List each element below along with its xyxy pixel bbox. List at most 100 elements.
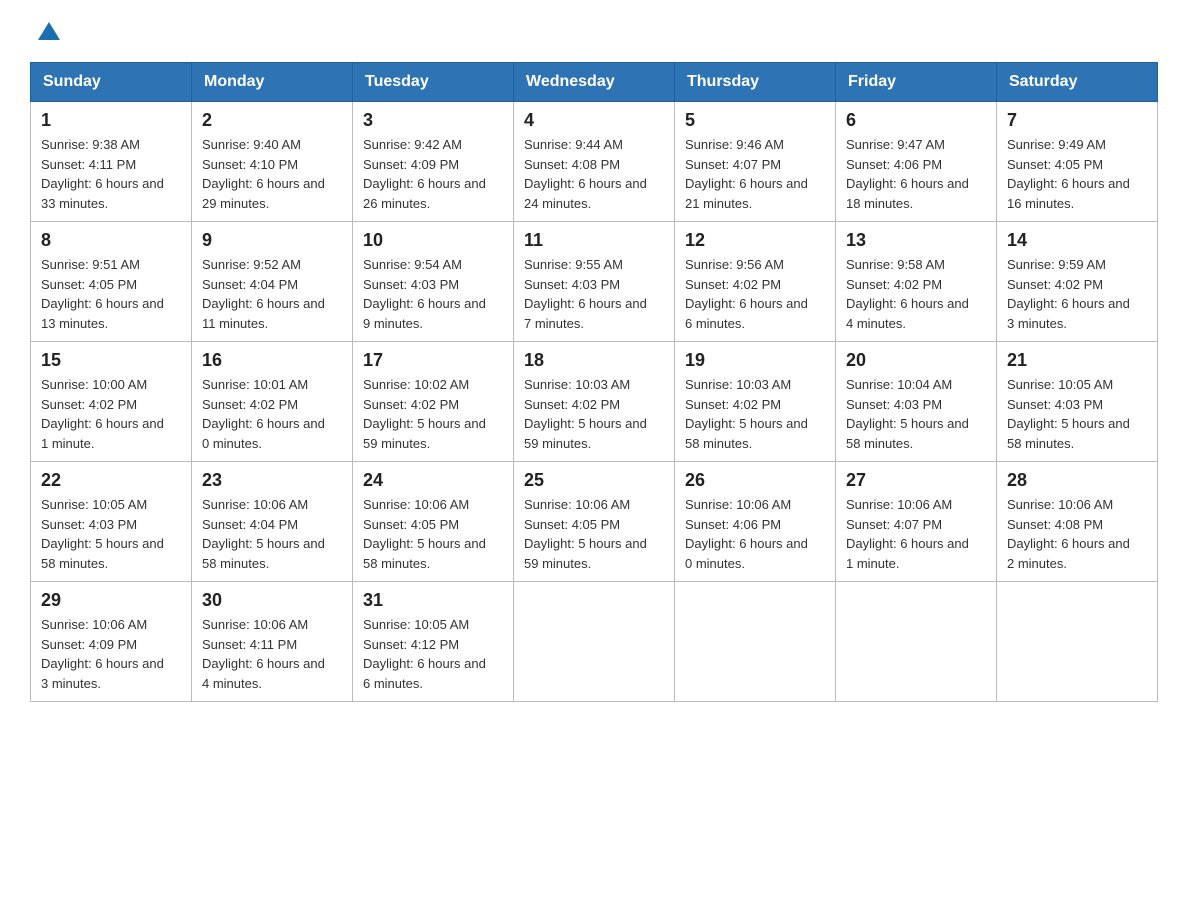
day-info: Sunrise: 9:40 AMSunset: 4:10 PMDaylight:… [202,135,342,213]
weekday-header-friday: Friday [836,63,997,102]
calendar-table: SundayMondayTuesdayWednesdayThursdayFrid… [30,62,1158,702]
calendar-cell: 26 Sunrise: 10:06 AMSunset: 4:06 PMDaylig… [675,462,836,582]
calendar-week-row: 29 Sunrise: 10:06 AMSunset: 4:09 PMDaylig… [31,582,1158,702]
calendar-cell: 8Sunrise: 9:51 AMSunset: 4:05 PMDaylight… [31,222,192,342]
logo-text [30,20,60,42]
day-info: Sunrise: 10:06 AMSunset: 4:11 PMDaylight… [202,615,342,693]
calendar-cell: 18 Sunrise: 10:03 AMSunset: 4:02 PMDaylig… [514,342,675,462]
weekday-header-row: SundayMondayTuesdayWednesdayThursdayFrid… [31,63,1158,102]
day-info: Sunrise: 10:06 AMSunset: 4:06 PMDaylight… [685,495,825,573]
day-info: Sunrise: 9:44 AMSunset: 4:08 PMDaylight:… [524,135,664,213]
day-number: 31 [363,590,503,611]
calendar-cell: 19 Sunrise: 10:03 AMSunset: 4:02 PMDaylig… [675,342,836,462]
day-number: 15 [41,350,181,371]
day-number: 29 [41,590,181,611]
day-info: Sunrise: 9:52 AMSunset: 4:04 PMDaylight:… [202,255,342,333]
logo-triangle-icon [38,20,60,42]
calendar-cell [675,582,836,702]
day-info: Sunrise: 9:54 AMSunset: 4:03 PMDaylight:… [363,255,503,333]
day-number: 24 [363,470,503,491]
calendar-cell: 13Sunrise: 9:58 AMSunset: 4:02 PMDayligh… [836,222,997,342]
day-number: 3 [363,110,503,131]
calendar-cell: 23 Sunrise: 10:06 AMSunset: 4:04 PMDaylig… [192,462,353,582]
weekday-header-tuesday: Tuesday [353,63,514,102]
day-info: Sunrise: 10:02 AMSunset: 4:02 PMDaylight… [363,375,503,453]
day-number: 6 [846,110,986,131]
calendar-cell: 14 Sunrise: 9:59 AMSunset: 4:02 PMDayligh… [997,222,1158,342]
calendar-week-row: 15 Sunrise: 10:00 AMSunset: 4:02 PMDaylig… [31,342,1158,462]
weekday-header-monday: Monday [192,63,353,102]
calendar-cell: 16 Sunrise: 10:01 AMSunset: 4:02 PMDaylig… [192,342,353,462]
weekday-header-saturday: Saturday [997,63,1158,102]
day-info: Sunrise: 10:03 AMSunset: 4:02 PMDaylight… [685,375,825,453]
calendar-cell [514,582,675,702]
calendar-cell: 25Sunrise: 10:06 AMSunset: 4:05 PMDaylig… [514,462,675,582]
logo [30,20,60,42]
day-info: Sunrise: 10:05 AMSunset: 4:03 PMDaylight… [41,495,181,573]
day-number: 18 [524,350,664,371]
calendar-cell: 22 Sunrise: 10:05 AMSunset: 4:03 PMDaylig… [31,462,192,582]
day-info: Sunrise: 10:06 AMSunset: 4:05 PMDaylight… [524,495,664,573]
day-number: 2 [202,110,342,131]
day-info: Sunrise: 9:51 AMSunset: 4:05 PMDaylight:… [41,255,181,333]
calendar-cell: 6 Sunrise: 9:47 AMSunset: 4:06 PMDaylight… [836,102,997,222]
day-info: Sunrise: 10:03 AMSunset: 4:02 PMDaylight… [524,375,664,453]
day-info: Sunrise: 10:05 AMSunset: 4:03 PMDaylight… [1007,375,1147,453]
page-header [30,20,1158,42]
calendar-cell: 9 Sunrise: 9:52 AMSunset: 4:04 PMDaylight… [192,222,353,342]
day-info: Sunrise: 10:05 AMSunset: 4:12 PMDaylight… [363,615,503,693]
day-number: 1 [41,110,181,131]
day-number: 28 [1007,470,1147,491]
calendar-cell: 11Sunrise: 9:55 AMSunset: 4:03 PMDayligh… [514,222,675,342]
day-number: 12 [685,230,825,251]
calendar-week-row: 8Sunrise: 9:51 AMSunset: 4:05 PMDaylight… [31,222,1158,342]
day-number: 4 [524,110,664,131]
day-info: Sunrise: 9:42 AMSunset: 4:09 PMDaylight:… [363,135,503,213]
logo-block [30,20,60,42]
day-info: Sunrise: 10:00 AMSunset: 4:02 PMDaylight… [41,375,181,453]
day-info: Sunrise: 10:01 AMSunset: 4:02 PMDaylight… [202,375,342,453]
day-info: Sunrise: 9:47 AMSunset: 4:06 PMDaylight:… [846,135,986,213]
calendar-cell: 28 Sunrise: 10:06 AMSunset: 4:08 PMDaylig… [997,462,1158,582]
calendar-body: 1 Sunrise: 9:38 AMSunset: 4:11 PMDaylight… [31,102,1158,702]
day-number: 21 [1007,350,1147,371]
day-info: Sunrise: 10:06 AMSunset: 4:07 PMDaylight… [846,495,986,573]
day-number: 16 [202,350,342,371]
calendar-cell: 7 Sunrise: 9:49 AMSunset: 4:05 PMDaylight… [997,102,1158,222]
calendar-cell: 29 Sunrise: 10:06 AMSunset: 4:09 PMDaylig… [31,582,192,702]
day-number: 5 [685,110,825,131]
day-info: Sunrise: 10:04 AMSunset: 4:03 PMDaylight… [846,375,986,453]
day-number: 23 [202,470,342,491]
day-info: Sunrise: 9:38 AMSunset: 4:11 PMDaylight:… [41,135,181,213]
calendar-cell: 30Sunrise: 10:06 AMSunset: 4:11 PMDaylig… [192,582,353,702]
weekday-header-wednesday: Wednesday [514,63,675,102]
day-info: Sunrise: 10:06 AMSunset: 4:04 PMDaylight… [202,495,342,573]
calendar-cell: 3 Sunrise: 9:42 AMSunset: 4:09 PMDaylight… [353,102,514,222]
calendar-cell: 31 Sunrise: 10:05 AMSunset: 4:12 PMDaylig… [353,582,514,702]
day-number: 17 [363,350,503,371]
calendar-cell: 17 Sunrise: 10:02 AMSunset: 4:02 PMDaylig… [353,342,514,462]
calendar-cell: 12 Sunrise: 9:56 AMSunset: 4:02 PMDayligh… [675,222,836,342]
day-number: 19 [685,350,825,371]
day-info: Sunrise: 10:06 AMSunset: 4:08 PMDaylight… [1007,495,1147,573]
day-number: 26 [685,470,825,491]
calendar-week-row: 22 Sunrise: 10:05 AMSunset: 4:03 PMDaylig… [31,462,1158,582]
calendar-cell: 21 Sunrise: 10:05 AMSunset: 4:03 PMDaylig… [997,342,1158,462]
day-info: Sunrise: 9:56 AMSunset: 4:02 PMDaylight:… [685,255,825,333]
calendar-cell: 5Sunrise: 9:46 AMSunset: 4:07 PMDaylight… [675,102,836,222]
day-info: Sunrise: 10:06 AMSunset: 4:09 PMDaylight… [41,615,181,693]
day-number: 14 [1007,230,1147,251]
calendar-cell: 15 Sunrise: 10:00 AMSunset: 4:02 PMDaylig… [31,342,192,462]
day-number: 27 [846,470,986,491]
day-info: Sunrise: 9:59 AMSunset: 4:02 PMDaylight:… [1007,255,1147,333]
calendar-cell: 27 Sunrise: 10:06 AMSunset: 4:07 PMDaylig… [836,462,997,582]
day-info: Sunrise: 9:58 AMSunset: 4:02 PMDaylight:… [846,255,986,333]
day-number: 22 [41,470,181,491]
day-info: Sunrise: 9:49 AMSunset: 4:05 PMDaylight:… [1007,135,1147,213]
day-info: Sunrise: 10:06 AMSunset: 4:05 PMDaylight… [363,495,503,573]
day-number: 7 [1007,110,1147,131]
day-number: 20 [846,350,986,371]
calendar-cell: 2 Sunrise: 9:40 AMSunset: 4:10 PMDaylight… [192,102,353,222]
weekday-header-sunday: Sunday [31,63,192,102]
day-number: 9 [202,230,342,251]
